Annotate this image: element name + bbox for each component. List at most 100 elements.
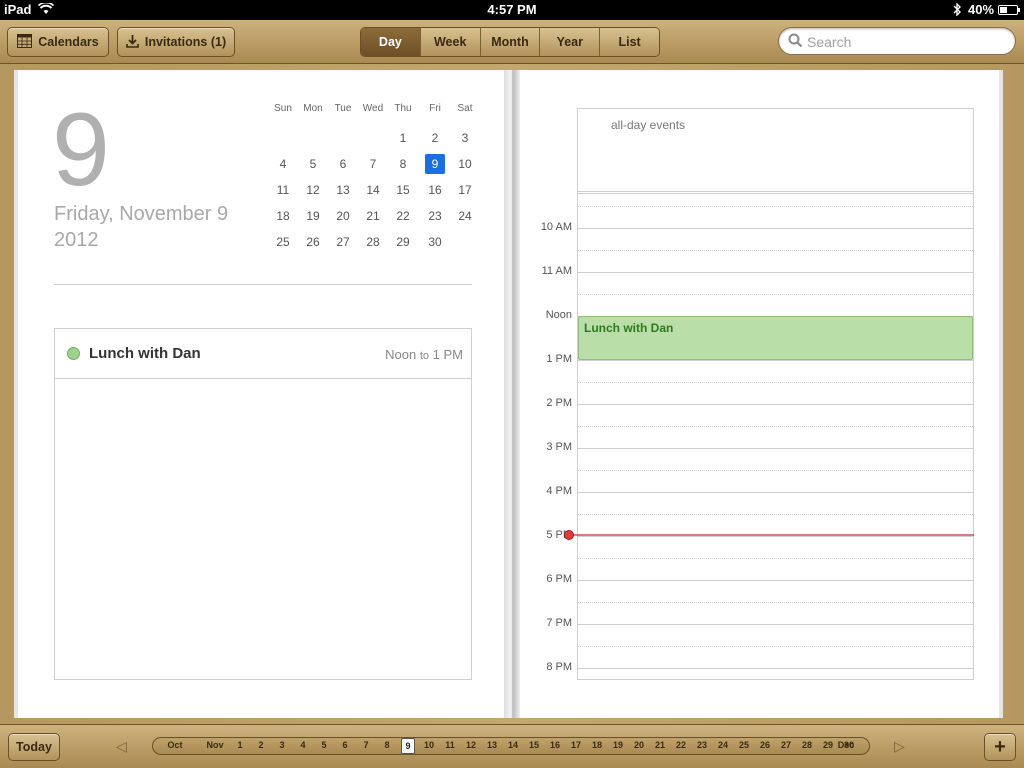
strip-day[interactable]: 14	[503, 740, 523, 750]
month-day-strip[interactable]: Oct Nov Dec 1 2 3 4 5 6 7 8 9 10 11 12 13 14 15 16 17 18 1…	[152, 737, 870, 755]
day-timeline[interactable]	[577, 194, 974, 680]
strip-day[interactable]: 10	[419, 740, 439, 750]
mini-calendar-day[interactable]: 26	[298, 232, 328, 252]
mini-calendar-day[interactable]: 21	[358, 206, 388, 226]
strip-day[interactable]: 18	[587, 740, 607, 750]
strip-day[interactable]: 27	[776, 740, 796, 750]
day-number: 9	[52, 92, 110, 208]
tab-week[interactable]: Week	[420, 28, 481, 56]
mini-calendar-day[interactable]: 16	[420, 180, 450, 200]
event-list-item[interactable]: Lunch with Dan Noon to 1 PM	[55, 329, 471, 379]
mini-calendar-day[interactable]: 29	[388, 232, 418, 252]
invitations-button[interactable]: Invitations (1)	[117, 27, 235, 57]
hour-line	[578, 360, 973, 361]
mini-calendar-day[interactable]: 15	[388, 180, 418, 200]
tab-list[interactable]: List	[600, 28, 659, 56]
strip-day[interactable]: 28	[797, 740, 817, 750]
strip-day[interactable]: 17	[566, 740, 586, 750]
mini-calendar-day[interactable]: 30	[420, 232, 450, 252]
battery-icon	[998, 5, 1020, 15]
mini-calendar-day[interactable]: 25	[268, 232, 298, 252]
all-day-events-area[interactable]: all-day events	[577, 108, 974, 194]
current-time-line	[569, 534, 974, 536]
hour-line	[578, 668, 973, 669]
mini-calendar-day[interactable]: 27	[328, 232, 358, 252]
calendar-grid-icon	[17, 33, 33, 51]
calendars-button[interactable]: Calendars	[7, 27, 109, 57]
mini-calendar-day[interactable]: 13	[328, 180, 358, 200]
status-bar: iPad 4:57 PM 40%	[0, 0, 1024, 20]
half-hour-line	[578, 470, 973, 471]
strip-day[interactable]: 29	[818, 740, 838, 750]
strip-day[interactable]: 12	[461, 740, 481, 750]
mini-calendar-day[interactable]: 6	[328, 154, 358, 174]
today-button[interactable]: Today	[8, 733, 60, 761]
mini-calendar-day[interactable]: 3	[450, 128, 480, 148]
hour-label: 4 PM	[546, 485, 572, 497]
mini-calendar-day[interactable]: 9	[425, 154, 445, 174]
mini-calendar-day[interactable]: 5	[298, 154, 328, 174]
strip-day[interactable]: 3	[272, 740, 292, 750]
strip-day[interactable]: 30	[839, 740, 859, 750]
mini-calendar-day[interactable]: 14	[358, 180, 388, 200]
next-arrow-icon[interactable]: ▷	[894, 738, 905, 755]
hour-label: 3 PM	[546, 441, 572, 453]
strip-day[interactable]: 1	[230, 740, 250, 750]
mini-calendar-day[interactable]: 18	[268, 206, 298, 226]
strip-day[interactable]: 24	[713, 740, 733, 750]
tab-year[interactable]: Year	[540, 28, 601, 56]
strip-day[interactable]: 11	[440, 740, 460, 750]
tab-day[interactable]: Day	[361, 28, 421, 56]
mini-calendar-day[interactable]: 12	[298, 180, 328, 200]
hour-label: 8 PM	[546, 661, 572, 673]
strip-day[interactable]: 13	[482, 740, 502, 750]
half-hour-line	[578, 250, 973, 251]
mini-calendar-day[interactable]: 22	[388, 206, 418, 226]
mini-calendar-day[interactable]: 20	[328, 206, 358, 226]
mini-calendar-day[interactable]: 28	[358, 232, 388, 252]
add-event-button[interactable]: +	[984, 733, 1016, 761]
strip-day[interactable]: 4	[293, 740, 313, 750]
status-clock: 4:57 PM	[487, 2, 537, 17]
strip-day[interactable]: 25	[734, 740, 754, 750]
strip-day[interactable]: 22	[671, 740, 691, 750]
strip-current-month[interactable]: Nov	[203, 740, 227, 750]
strip-prev-month[interactable]: Oct	[163, 740, 187, 750]
hour-label: Noon	[545, 309, 572, 321]
strip-day[interactable]: 16	[545, 740, 565, 750]
mini-calendar-day[interactable]: 7	[358, 154, 388, 174]
strip-day[interactable]: 20	[629, 740, 649, 750]
timeline-event[interactable]: Lunch with Dan	[578, 316, 973, 360]
strip-day[interactable]: 6	[335, 740, 355, 750]
strip-day[interactable]: 21	[650, 740, 670, 750]
mini-calendar-day[interactable]: 19	[298, 206, 328, 226]
half-hour-line	[578, 646, 973, 647]
strip-day[interactable]: 23	[692, 740, 712, 750]
hour-label: 6 PM	[546, 573, 572, 585]
strip-day[interactable]: 15	[524, 740, 544, 750]
strip-day[interactable]: 19	[608, 740, 628, 750]
mini-calendar-day[interactable]: 24	[450, 206, 480, 226]
search-input[interactable]	[807, 32, 1007, 52]
strip-day[interactable]: 5	[314, 740, 334, 750]
invitations-label: Invitations (1)	[144, 35, 227, 49]
previous-arrow-icon[interactable]: ◁	[116, 738, 127, 755]
mini-calendar-day[interactable]: 4	[268, 154, 298, 174]
mini-calendar-day[interactable]: 17	[450, 180, 480, 200]
hour-line	[578, 404, 973, 405]
mini-calendar-day[interactable]: 10	[450, 154, 480, 174]
strip-day[interactable]: 9	[401, 738, 415, 754]
tab-month[interactable]: Month	[480, 28, 541, 56]
strip-day[interactable]: 26	[755, 740, 775, 750]
mini-calendar-day[interactable]: 11	[268, 180, 298, 200]
strip-day[interactable]: 7	[356, 740, 376, 750]
mini-calendar-day[interactable]: 8	[388, 154, 418, 174]
download-icon	[126, 34, 139, 51]
strip-day[interactable]: 2	[251, 740, 271, 750]
hour-line	[578, 448, 973, 449]
event-title: Lunch with Dan	[89, 345, 201, 362]
mini-calendar-day[interactable]: 1	[388, 128, 418, 148]
mini-calendar-day[interactable]: 23	[420, 206, 450, 226]
strip-day[interactable]: 8	[377, 740, 397, 750]
mini-calendar-day[interactable]: 2	[420, 128, 450, 148]
